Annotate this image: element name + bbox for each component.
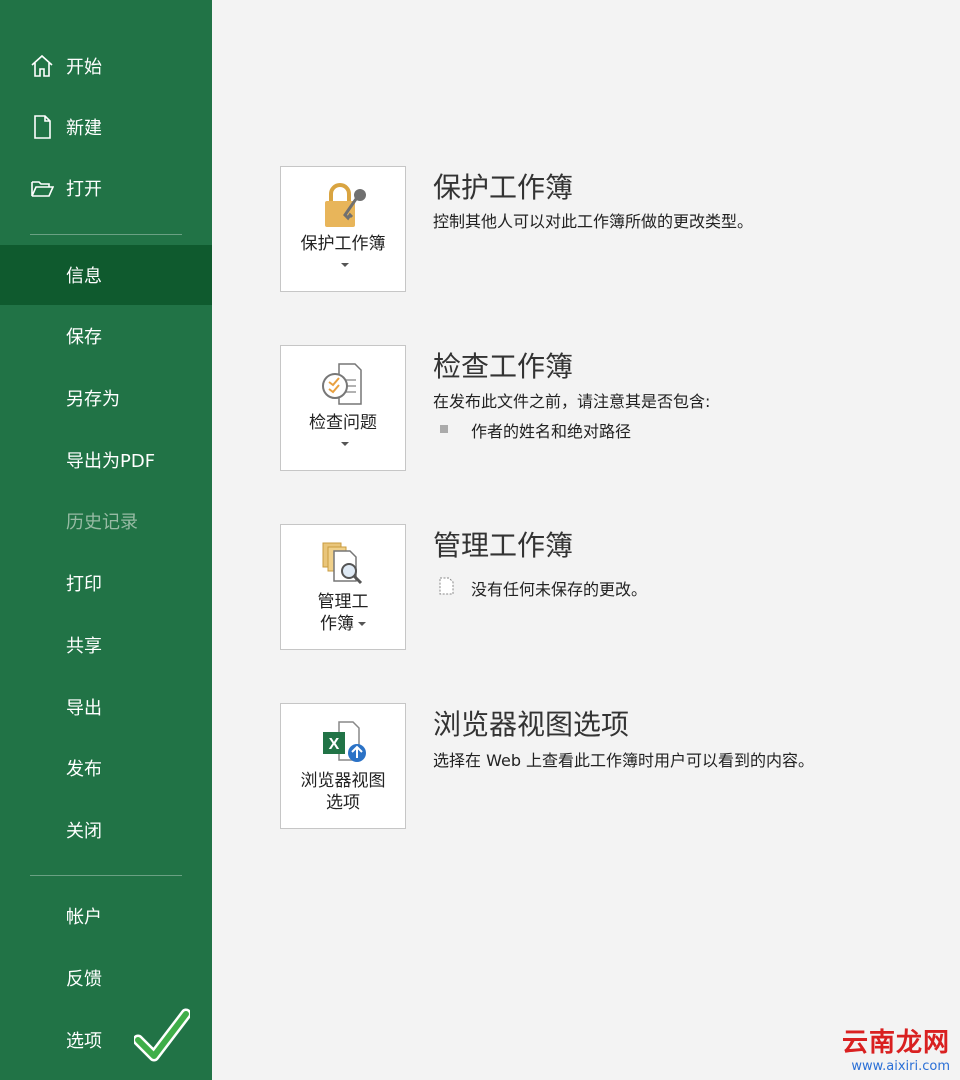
document-icon [439, 577, 454, 595]
nav-feedback-label: 反馈 [66, 969, 102, 990]
dropdown-caret-icon [358, 622, 366, 626]
home-icon [31, 54, 53, 77]
new-doc-icon [34, 115, 51, 139]
nav-share[interactable]: 共享 [0, 615, 212, 675]
backstage-sidebar: 开始 新建 打开 信息 保存 另存为 导出为PDF 历史记录 打印 共享 导出 … [0, 0, 212, 1080]
manage-workbook-label-line2: 作簿 [281, 613, 405, 635]
lock-icon [325, 183, 366, 227]
svg-text:X: X [329, 736, 340, 753]
browser-view-icon: X [323, 721, 366, 762]
nav-publish[interactable]: 发布 [0, 738, 212, 798]
checkmark-icon [134, 1008, 190, 1062]
nav-share-label: 共享 [66, 636, 102, 657]
nav-account[interactable]: 帐户 [0, 886, 212, 946]
protect-workbook-button[interactable]: 保护工作簿 [280, 166, 406, 292]
protect-workbook-title: 保护工作簿 [433, 171, 574, 204]
browser-view-label-line1: 浏览器视图 [300, 771, 386, 791]
manage-workbook-description: 没有任何未保存的更改。 [471, 580, 648, 599]
nav-save-as[interactable]: 另存为 [0, 368, 212, 428]
nav-export-label: 导出 [66, 698, 102, 719]
nav-history: 历史记录 [0, 491, 212, 551]
nav-home-label: 开始 [66, 57, 102, 78]
nav-history-label: 历史记录 [66, 512, 138, 533]
sidebar-divider [30, 234, 182, 235]
inspect-icon [322, 363, 362, 405]
inspect-workbook-title: 检查工作簿 [433, 350, 574, 383]
nav-publish-label: 发布 [66, 759, 102, 780]
nav-export-pdf[interactable]: 导出为PDF [0, 430, 212, 490]
nav-new[interactable]: 新建 [0, 97, 212, 157]
nav-save[interactable]: 保存 [0, 306, 212, 366]
dropdown-caret-icon [341, 263, 349, 267]
nav-save-as-label: 另存为 [66, 389, 120, 410]
nav-export-pdf-label: 导出为PDF [66, 451, 156, 472]
nav-close-label: 关闭 [66, 821, 102, 842]
open-folder-icon [31, 181, 54, 197]
nav-account-label: 帐户 [66, 907, 102, 928]
nav-print-label: 打印 [66, 574, 102, 595]
nav-open-label: 打开 [66, 179, 102, 200]
browser-view-options-button[interactable]: X 浏览器视图 选项 [280, 703, 406, 829]
bullet-icon [440, 425, 448, 433]
inspect-workbook-button[interactable]: 检查问题 [280, 345, 406, 471]
nav-open[interactable]: 打开 [0, 158, 212, 218]
manage-workbook-label-line1: 管理工 [317, 592, 369, 612]
inspect-bullet-item: 作者的姓名和绝对路径 [471, 422, 632, 441]
sidebar-divider [30, 875, 182, 876]
protect-workbook-label: 保护工作簿 [300, 234, 386, 254]
manage-workbook-title: 管理工作簿 [433, 529, 574, 562]
nav-print[interactable]: 打印 [0, 553, 212, 613]
nav-export[interactable]: 导出 [0, 677, 212, 737]
nav-new-label: 新建 [66, 118, 102, 139]
dropdown-caret-icon [341, 442, 349, 446]
watermark-logo: 云南龙网 [841, 1028, 950, 1058]
watermark: 云南龙网 www.aixiri.com [842, 1022, 950, 1074]
manage-workbook-button[interactable]: 管理工 作簿 [280, 524, 406, 650]
protect-workbook-description: 控制其他人可以对此工作簿所做的更改类型。 [433, 212, 754, 231]
inspect-workbook-description: 在发布此文件之前，请注意其是否包含: [433, 392, 711, 411]
nav-feedback[interactable]: 反馈 [0, 948, 212, 1008]
nav-info[interactable]: 信息 [0, 245, 212, 305]
browser-view-title: 浏览器视图选项 [433, 708, 630, 741]
manage-icon [322, 542, 363, 585]
nav-info-label: 信息 [66, 266, 102, 287]
nav-save-label: 保存 [66, 327, 102, 348]
watermark-url: www.aixiri.com [851, 1059, 950, 1074]
nav-close[interactable]: 关闭 [0, 800, 212, 860]
browser-view-label-line2: 选项 [326, 793, 360, 813]
inspect-workbook-label: 检查问题 [309, 413, 377, 433]
nav-home[interactable]: 开始 [0, 36, 212, 96]
browser-view-description: 选择在 Web 上查看此工作簿时用户可以看到的内容。 [433, 751, 815, 770]
nav-options-label: 选项 [66, 1031, 102, 1052]
